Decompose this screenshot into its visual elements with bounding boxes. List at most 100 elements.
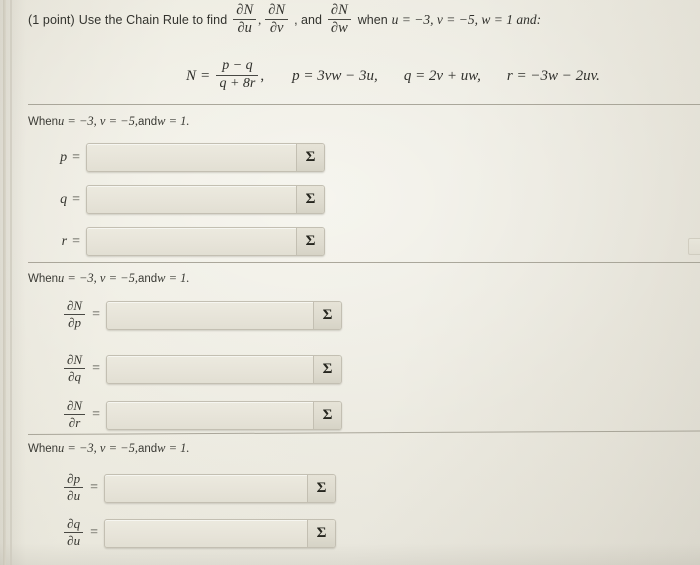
answer-box-dn-dp[interactable]: Σ	[106, 300, 342, 330]
derivative-dn-du-denominator: ∂u	[237, 20, 252, 37]
sigma-button-dq-du[interactable]: Σ	[307, 519, 335, 547]
fraction-bar	[233, 19, 257, 21]
fraction-numerator: ∂q	[67, 516, 81, 531]
answer-row-p: p = Σ	[58, 143, 325, 172]
derivative-dn-dw-denominator: ∂w	[330, 20, 348, 37]
equation-equals-sign: =	[201, 67, 210, 84]
sigma-button-dn-dp[interactable]: Σ	[313, 301, 341, 329]
fraction-bar	[64, 531, 84, 533]
when-label: When	[28, 443, 59, 455]
answer-label-dp-du: ∂p ∂u =	[56, 472, 98, 503]
sigma-button-dn-dq[interactable]: Σ	[313, 355, 341, 383]
answer-label-dn-dq: ∂N ∂q =	[56, 352, 100, 384]
derivative-dn-du: ∂N ∂u	[233, 2, 257, 37]
equals-sign: =	[92, 307, 100, 323]
answer-row-dp-du: ∂p ∂u = Σ	[56, 472, 336, 503]
sigma-button-q[interactable]: Σ	[296, 186, 324, 213]
answer-label-p: p =	[58, 150, 80, 166]
when-label: When	[28, 116, 59, 128]
fraction-denominator: ∂q	[68, 368, 81, 384]
answer-box-dq-du[interactable]: Σ	[104, 518, 336, 548]
fraction-numerator: ∂N	[66, 398, 83, 413]
fraction-numerator: ∂N	[66, 352, 83, 367]
equation-N-symbol: N	[186, 67, 197, 84]
when-label: When	[28, 273, 59, 285]
equals-sign: =	[72, 233, 80, 249]
answer-input-q[interactable]	[87, 186, 296, 213]
equals-sign: =	[90, 480, 98, 496]
section-divider-2	[28, 262, 700, 263]
answer-input-dq-du[interactable]	[105, 519, 307, 547]
equals-sign: =	[72, 149, 80, 165]
variable-q: q	[60, 191, 68, 207]
answer-row-dn-dq: ∂N ∂q = Σ	[56, 352, 342, 384]
when-values: u = −3, v = −5,	[58, 271, 138, 285]
equation-fraction: p − q q + 8r	[216, 58, 259, 91]
sigma-button-dn-dr[interactable]: Σ	[313, 401, 341, 429]
equals-sign: =	[72, 191, 80, 207]
answer-row-dn-dp: ∂N ∂p = Σ	[56, 298, 342, 330]
when-values: u = −3, v = −5,	[58, 441, 138, 455]
derivative-dn-dv-numerator: ∂N	[268, 2, 286, 18]
sigma-button-dp-du[interactable]: Σ	[307, 474, 335, 502]
equation-p-definition: p = 3vw − 3u,	[292, 67, 378, 84]
fraction-dn-dr: ∂N ∂r	[63, 398, 86, 430]
sigma-button-p[interactable]: Σ	[296, 144, 324, 171]
answer-input-dn-dq[interactable]	[107, 355, 313, 383]
question-prompt: (1 point) Use the Chain Rule to find ∂N …	[28, 2, 684, 37]
answer-box-p[interactable]: Σ	[86, 143, 325, 172]
fraction-bar	[63, 367, 86, 369]
answer-row-dq-du: ∂q ∂u = Σ	[56, 516, 336, 548]
section-divider-1	[28, 104, 700, 105]
derivative-dn-dv: ∂N ∂v	[265, 2, 289, 37]
variable-p: p	[60, 149, 68, 165]
answer-input-r[interactable]	[87, 228, 296, 255]
answer-input-dn-dp[interactable]	[107, 301, 313, 329]
fraction-bar	[216, 74, 259, 76]
equation-fraction-numerator: p − q	[222, 58, 253, 73]
prompt-conditions: u = −3, v = −5, w = 1 and:	[391, 12, 542, 28]
answer-row-dn-dr: ∂N ∂r = Σ	[56, 398, 342, 430]
when-w-value: w = 1.	[157, 441, 190, 455]
answer-box-dp-du[interactable]: Σ	[104, 473, 336, 503]
derivative-dn-dv-denominator: ∂v	[269, 20, 284, 37]
equation-display: N = p − q q + 8r , p = 3vw − 3u, q = 2v …	[186, 58, 600, 92]
offscreen-widget-fragment	[688, 238, 700, 255]
fraction-dn-dq: ∂N ∂q	[63, 352, 86, 384]
when-connector: when	[357, 12, 388, 27]
fraction-numerator: ∂N	[66, 298, 83, 313]
fraction-denominator: ∂u	[67, 487, 81, 503]
derivative-dn-dw-numerator: ∂N	[330, 2, 348, 18]
section-partials-N-condition: When u = −3, v = −5, and w = 1.	[28, 271, 190, 286]
answer-input-dp-du[interactable]	[105, 474, 307, 502]
section-values-condition: When u = −3, v = −5, and w = 1.	[28, 114, 190, 129]
answer-label-dn-dr: ∂N ∂r =	[56, 398, 100, 430]
fraction-denominator: ∂p	[68, 314, 81, 330]
equation-fraction-denominator: q + 8r	[219, 75, 256, 91]
answer-label-q: q =	[58, 192, 80, 208]
answer-box-dn-dr[interactable]: Σ	[106, 400, 342, 430]
fraction-bar	[63, 313, 86, 315]
problem-page: (1 point) Use the Chain Rule to find ∂N …	[0, 0, 700, 565]
fraction-bar	[265, 19, 289, 21]
answer-input-p[interactable]	[87, 144, 296, 171]
answer-row-q: q = Σ	[58, 185, 325, 214]
answer-row-r: r = Σ	[58, 227, 325, 256]
answer-box-q[interactable]: Σ	[86, 185, 325, 214]
answer-label-dq-du: ∂q ∂u =	[56, 516, 98, 548]
equals-sign: =	[90, 525, 98, 541]
answer-label-dn-dp: ∂N ∂p =	[56, 298, 100, 330]
when-and: and	[137, 273, 158, 285]
prompt-lead-text: Use the Chain Rule to find	[78, 12, 228, 27]
fraction-dp-du: ∂p ∂u	[64, 472, 84, 503]
when-values: u = −3, v = −5,	[58, 114, 138, 128]
fraction-denominator: ∂r	[68, 414, 81, 430]
derivative-dn-dw: ∂N ∂w	[327, 2, 351, 37]
answer-box-dn-dq[interactable]: Σ	[106, 354, 342, 384]
when-w-value: w = 1.	[157, 271, 190, 285]
when-and: and	[137, 443, 158, 455]
fraction-bar	[327, 19, 351, 21]
answer-box-r[interactable]: Σ	[86, 227, 325, 256]
sigma-button-r[interactable]: Σ	[296, 228, 324, 255]
answer-input-dn-dr[interactable]	[107, 401, 313, 429]
